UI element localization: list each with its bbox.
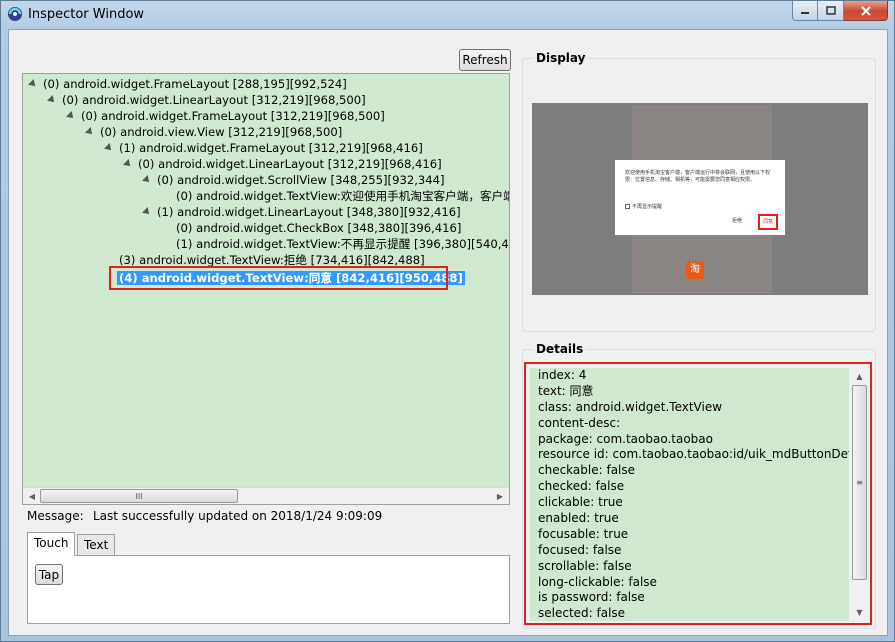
minimize-icon — [801, 11, 809, 14]
detail-line: long-clickable: false — [538, 574, 657, 589]
expand-triangle-icon[interactable] — [47, 95, 57, 105]
detail-line: focusable: true — [538, 526, 629, 541]
expand-triangle-icon[interactable] — [66, 111, 76, 121]
detail-line: enabled: true — [538, 511, 619, 526]
detail-line: index: 4 — [538, 368, 587, 382]
scroll-up-icon[interactable]: ▲ — [852, 369, 867, 384]
tree-node[interactable]: (1) android.widget.FrameLayout [312,219]… — [104, 140, 423, 156]
scroll-down-icon[interactable]: ▼ — [852, 605, 867, 620]
expand-triangle-icon[interactable] — [142, 207, 152, 217]
tree-node[interactable]: (0) android.widget.LinearLayout [312,219… — [47, 92, 366, 108]
detail-line: is password: false — [538, 590, 645, 605]
detail-line: focused: false — [538, 542, 622, 557]
client-area: Refresh (0) android.widget.FrameLayout [… — [8, 29, 888, 636]
minimize-button[interactable] — [792, 1, 818, 21]
permission-dialog: 欢迎使用手机淘宝客户端，客户端运行中将会联网，且使用以下权限：位置信息、存储、相… — [615, 160, 785, 235]
details-list[interactable]: index: 4 text: 同意 class: android.widget.… — [530, 368, 849, 621]
detail-line: selected: false — [538, 606, 626, 621]
tab-text[interactable]: Text — [77, 534, 116, 556]
tree-node[interactable]: (0) android.widget.FrameLayout [312,219]… — [66, 108, 385, 124]
detail-line: scrollable: false — [538, 558, 632, 573]
taobao-logo-icon: 淘 — [686, 261, 704, 279]
message-text: Last successfully updated on 2018/1/24 9… — [93, 509, 383, 523]
detail-line: checked: false — [538, 479, 625, 494]
detail-line: checkable: false — [538, 463, 636, 478]
expand-triangle-icon[interactable] — [104, 143, 114, 153]
tree-node[interactable]: (1) android.widget.TextView:不再显示提醒 [396,… — [176, 236, 509, 252]
detail-line: class: android.widget.TextView — [538, 399, 723, 414]
app-icon — [8, 7, 22, 21]
detail-line: resource id: com.taobao.taobao:id/uik_md… — [538, 447, 849, 462]
horizontal-scrollbar[interactable]: ◀ III ▶ — [23, 487, 509, 504]
tree-node[interactable]: (0) android.view.View [312,219][968,500] — [85, 124, 342, 140]
tree-body: (0) android.widget.FrameLayout [288,195]… — [23, 74, 509, 487]
tree-node[interactable]: (0) android.widget.CheckBox [348,380][39… — [176, 220, 461, 236]
close-button[interactable] — [844, 1, 888, 21]
close-icon — [860, 5, 871, 16]
device-screenshot[interactable]: 欢迎使用手机淘宝客户端，客户端运行中将会联网，且使用以下权限：位置信息、存储、相… — [532, 103, 868, 295]
maximize-icon — [825, 6, 836, 15]
title-bar: Inspector Window — [1, 1, 894, 29]
tree-node[interactable]: (0) android.widget.FrameLayout [288,195]… — [28, 76, 347, 92]
expand-triangle-icon[interactable] — [123, 159, 133, 169]
grip-icon: III — [135, 491, 143, 501]
window-controls — [792, 1, 888, 21]
expand-triangle-icon[interactable] — [85, 127, 95, 137]
tree-node[interactable]: (0) android.widget.TextView:欢迎使用手机淘宝客户端，… — [176, 188, 509, 204]
maximize-button[interactable] — [818, 1, 844, 21]
selection-highlight-box — [109, 266, 448, 290]
tree-node[interactable]: (0) android.widget.LinearLayout [312,219… — [123, 156, 442, 172]
scroll-left-icon[interactable]: ◀ — [24, 489, 40, 503]
detail-line: package: com.taobao.taobao — [538, 431, 713, 446]
grip-icon: ≡ — [856, 478, 863, 487]
dialog-agree-highlight: 同意 — [758, 214, 778, 230]
detail-line: content-desc: — [538, 415, 621, 430]
scroll-thumb[interactable]: ≡ — [852, 385, 867, 580]
tree-node[interactable]: (1) android.widget.LinearLayout [348,380… — [142, 204, 461, 220]
scroll-right-icon[interactable]: ▶ — [492, 489, 508, 503]
details-highlight-box: index: 4 text: 同意 class: android.widget.… — [524, 362, 872, 625]
tap-button[interactable]: Tap — [35, 564, 63, 585]
hierarchy-tree[interactable]: (0) android.widget.FrameLayout [288,195]… — [22, 73, 510, 505]
expand-triangle-icon[interactable] — [28, 79, 38, 89]
checkbox-icon — [625, 204, 630, 209]
dialog-checkbox: 不再显示提醒 — [625, 203, 662, 210]
dialog-message: 欢迎使用手机淘宝客户端，客户端运行中将会联网，且使用以下权限：位置信息、存储、相… — [625, 170, 771, 183]
detail-line: clickable: true — [538, 495, 623, 510]
tree-node[interactable]: (0) android.widget.ScrollView [348,255][… — [142, 172, 445, 188]
details-title: Details — [533, 342, 587, 356]
message-label: Message: — [27, 509, 84, 523]
dialog-reject: 拒绝 — [732, 218, 743, 224]
refresh-button[interactable]: Refresh — [459, 49, 511, 71]
tab-touch[interactable]: Touch — [27, 532, 76, 556]
touch-panel: Tap — [27, 555, 510, 624]
expand-triangle-icon[interactable] — [142, 175, 152, 185]
inspector-window: Inspector Window Refresh (0) android.wid… — [0, 0, 895, 642]
window-title: Inspector Window — [28, 7, 145, 22]
scroll-thumb[interactable]: III — [40, 489, 238, 503]
detail-line: text: 同意 — [538, 383, 594, 398]
vertical-scrollbar[interactable]: ▲ ≡ ▼ — [851, 368, 868, 621]
display-title: Display — [533, 51, 589, 65]
